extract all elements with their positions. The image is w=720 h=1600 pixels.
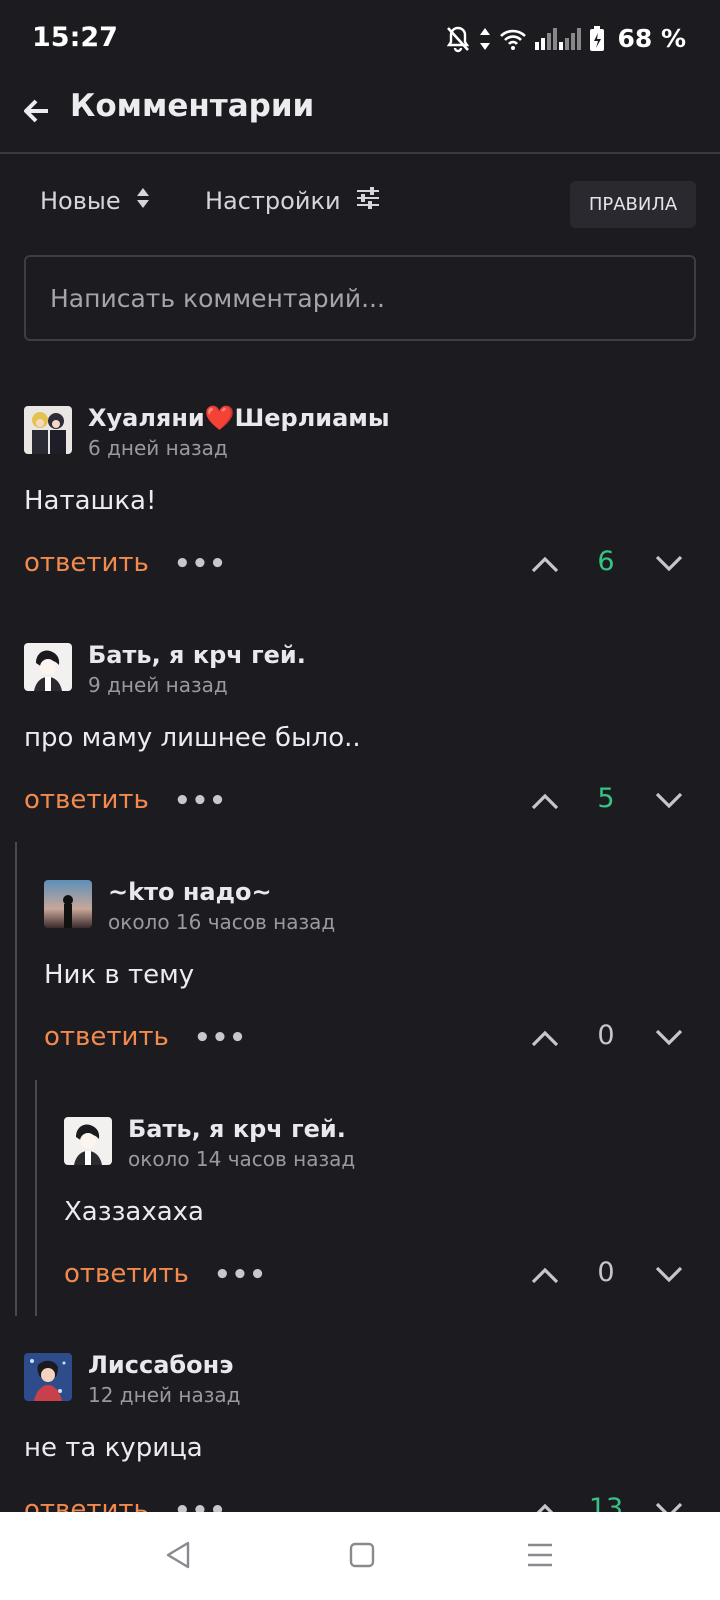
downvote-icon[interactable] (654, 1028, 684, 1048)
settings-label: Настройки (205, 187, 341, 215)
battery-level: 68 % (617, 24, 686, 53)
comment-text: не та курица (24, 1433, 203, 1463)
downvote-icon[interactable] (654, 791, 684, 811)
avatar[interactable] (44, 880, 92, 928)
back-arrow-icon[interactable] (22, 96, 52, 126)
comment-author[interactable]: Бать, я крч гей. (128, 1115, 346, 1143)
wifi-icon (499, 27, 527, 51)
vote-score: 5 (597, 783, 615, 814)
comment-author[interactable]: Бать, я крч гей. (88, 641, 306, 669)
reply-button[interactable]: ответить (24, 785, 149, 815)
sort-icon (135, 186, 151, 216)
system-nav-bar (0, 1512, 720, 1600)
downvote-icon[interactable] (654, 1265, 684, 1285)
upvote-icon[interactable] (530, 1028, 560, 1048)
upvote-icon[interactable] (530, 791, 560, 811)
status-bar: 15:27 68 % (0, 0, 720, 80)
page-title: Комментарии (70, 88, 315, 124)
more-options-button[interactable]: ••• (194, 1023, 247, 1053)
comment-text: Ник в тему (44, 960, 195, 990)
downvote-icon[interactable] (654, 554, 684, 574)
app-bar: Комментарии (0, 80, 720, 154)
vote-score: 0 (597, 1257, 615, 1288)
upvote-icon[interactable] (530, 554, 560, 574)
recents-nav-icon[interactable] (526, 1540, 554, 1574)
avatar[interactable] (64, 1117, 112, 1165)
data-transfer-icon (479, 26, 491, 52)
upvote-icon[interactable] (530, 1265, 560, 1285)
comment-text: Наташка! (24, 486, 157, 516)
notifications-off-icon (445, 25, 471, 53)
comment-author[interactable]: Лиссабонэ (88, 1351, 233, 1379)
comment-time: около 16 часов назад (108, 910, 336, 934)
vote-score: 0 (597, 1020, 615, 1051)
sort-label: Новые (40, 187, 121, 215)
thread-line (15, 842, 17, 1316)
comment-author[interactable]: ~kто надо~ (108, 878, 272, 906)
reply-button[interactable]: ответить (44, 1022, 169, 1052)
more-options-button[interactable]: ••• (174, 549, 227, 579)
avatar[interactable] (24, 1353, 72, 1401)
reply-button[interactable]: ответить (24, 548, 149, 578)
sort-button[interactable]: Новые (40, 186, 151, 216)
settings-button[interactable]: Настройки (205, 186, 381, 216)
comment-input-placeholder: Написать комментарий... (50, 283, 385, 313)
reply-button[interactable]: ответить (64, 1259, 189, 1289)
comment-time: 9 дней назад (88, 673, 228, 697)
thread-line (35, 1080, 37, 1316)
avatar[interactable] (24, 406, 72, 454)
rules-button[interactable]: ПРАВИЛА (570, 181, 696, 228)
comment-text: про маму лишнее было.. (24, 723, 361, 753)
comment-time: около 14 часов назад (128, 1147, 356, 1171)
more-options-button[interactable]: ••• (214, 1260, 267, 1290)
home-nav-icon[interactable] (348, 1540, 376, 1574)
comment-author[interactable]: Хуаляни❤️Шерлиамы (88, 404, 390, 432)
comment-text: Хаззахаха (64, 1197, 204, 1227)
comment-time: 6 дней назад (88, 436, 228, 460)
comment-controls: Новые Настройки ПРАВИЛА (0, 178, 720, 228)
back-nav-icon[interactable] (164, 1540, 192, 1574)
battery-icon (589, 25, 605, 52)
sliders-icon (355, 186, 381, 216)
vote-score: 6 (597, 546, 615, 577)
status-icons: 68 % (445, 24, 686, 53)
comment-time: 12 дней назад (88, 1383, 241, 1407)
signal-icon (535, 27, 582, 50)
avatar[interactable] (24, 643, 72, 691)
comment-input[interactable]: Написать комментарий... (24, 255, 696, 341)
more-options-button[interactable]: ••• (174, 786, 227, 816)
status-time: 15:27 (32, 22, 118, 53)
